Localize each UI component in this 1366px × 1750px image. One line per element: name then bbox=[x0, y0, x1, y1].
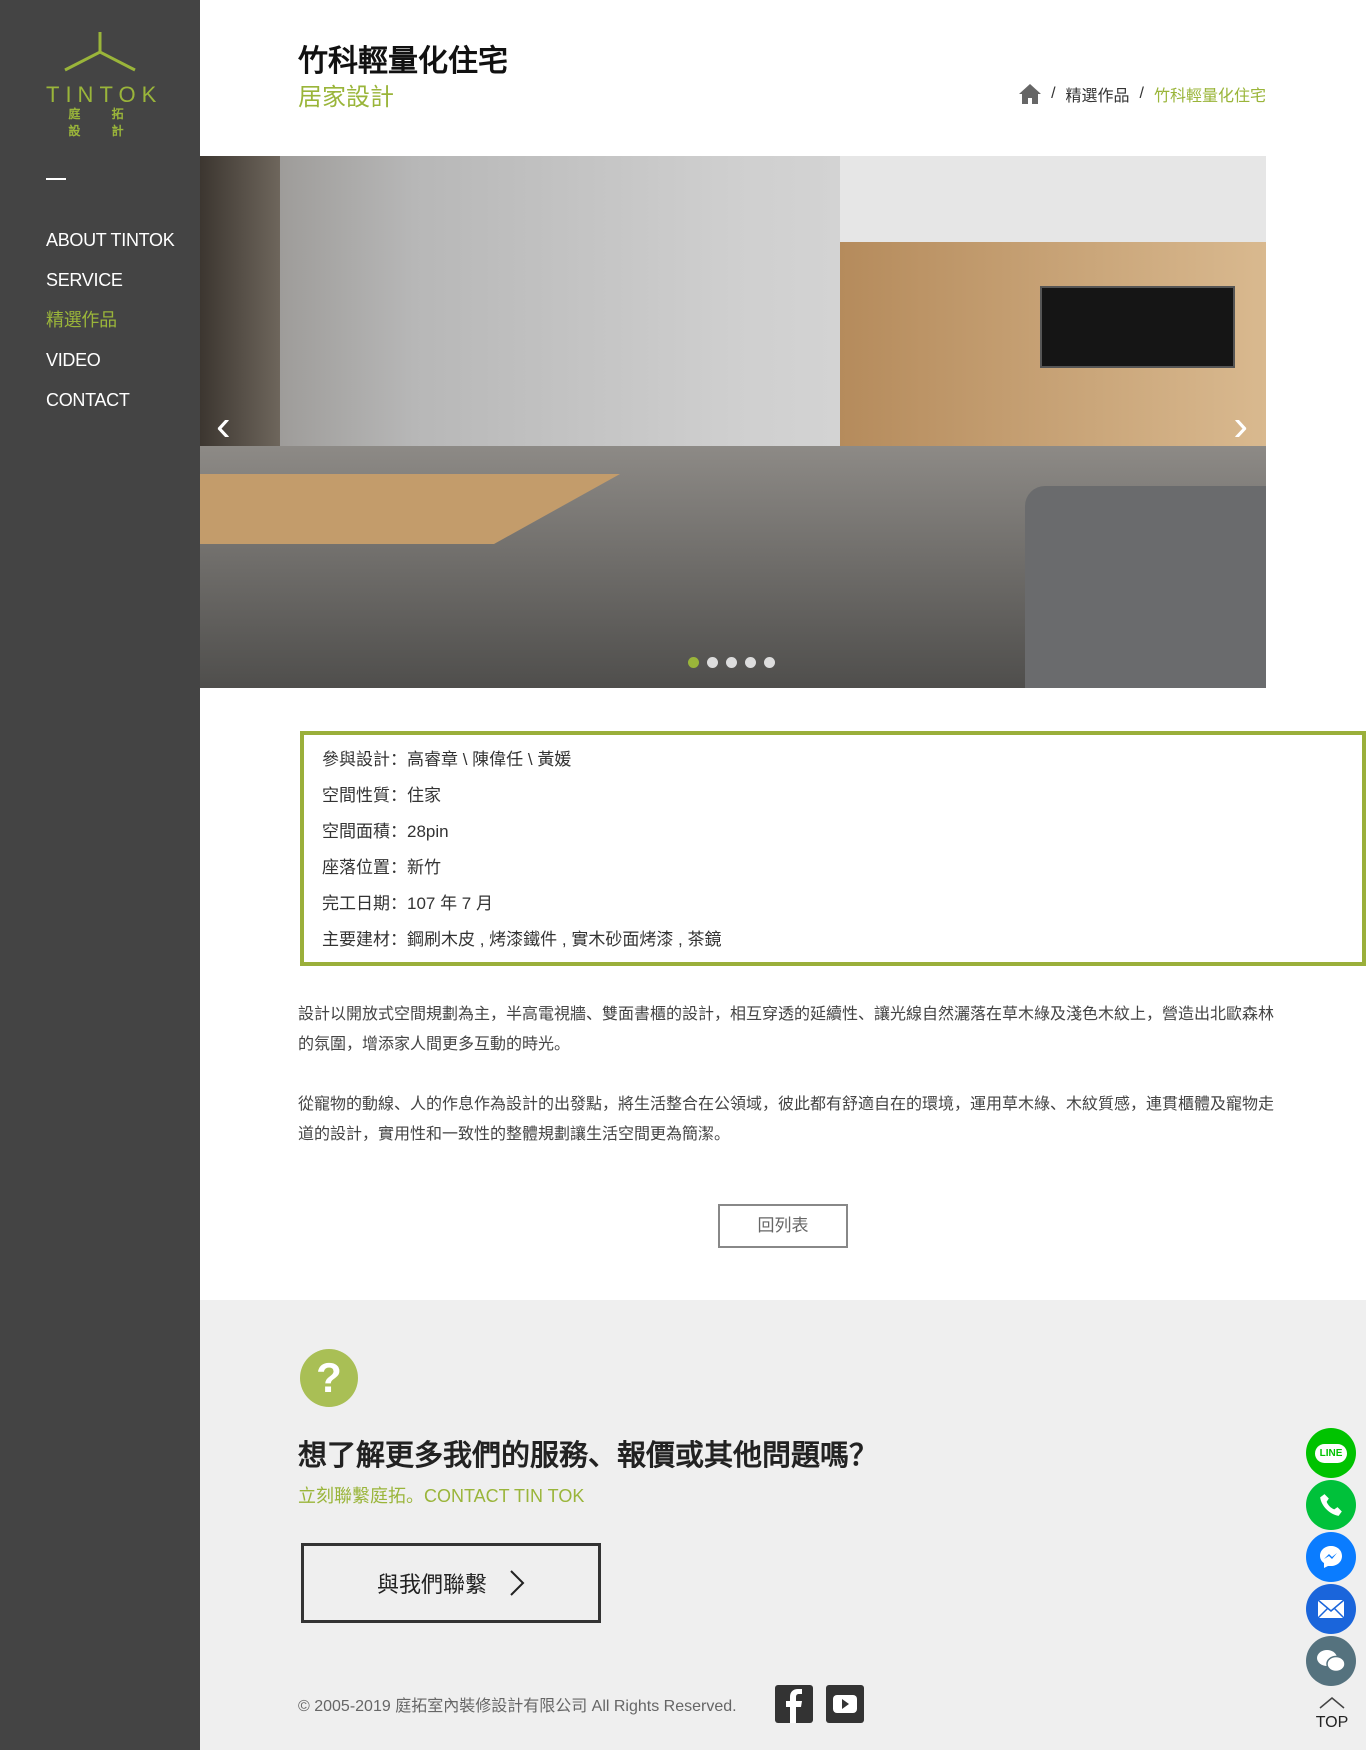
main-nav: ABOUT TINTOK SERVICE 精選作品 VIDEO CONTACT bbox=[46, 228, 175, 428]
info-area: 空間面積：28pin bbox=[322, 822, 449, 841]
top-label: TOP bbox=[1315, 1714, 1349, 1731]
slider-dots bbox=[688, 657, 775, 668]
info-location: 座落位置：新竹 bbox=[322, 858, 441, 877]
prev-slide-arrow[interactable]: ‹ bbox=[216, 401, 231, 451]
breadcrumb-separator: / bbox=[1051, 85, 1056, 102]
next-slide-arrow[interactable]: › bbox=[1233, 401, 1248, 451]
question-icon: ? bbox=[300, 1349, 358, 1407]
cta-heading: 想了解更多我們的服務、報價或其他問題嗎？ bbox=[298, 1440, 879, 1472]
slider-dot[interactable] bbox=[707, 657, 718, 668]
cta-subtext: 立刻聯繫庭拓。CONTACT TIN TOK bbox=[298, 1486, 585, 1506]
info-completion: 完工日期：107 年 7 月 bbox=[322, 894, 493, 913]
chevron-right-icon bbox=[510, 1570, 525, 1596]
phone-icon[interactable] bbox=[1306, 1480, 1356, 1530]
logo[interactable]: TINTOK 庭 拓 設 計 bbox=[44, 32, 156, 138]
copyright: © 2005-2019 庭拓室內裝修設計有限公司 All Rights Rese… bbox=[298, 1698, 737, 1715]
facebook-icon[interactable] bbox=[775, 1685, 813, 1723]
back-to-top-button[interactable]: TOP bbox=[1312, 1696, 1352, 1732]
info-space-type: 空間性質：住家 bbox=[322, 786, 441, 805]
nav-about[interactable]: ABOUT TINTOK bbox=[46, 228, 175, 268]
info-materials: 主要建材：鋼刷木皮 , 烤漆鐵件 , 實木砂面烤漆 , 茶鏡 bbox=[322, 930, 722, 949]
slider-dot[interactable] bbox=[764, 657, 775, 668]
wechat-icon[interactable] bbox=[1306, 1636, 1356, 1686]
nav-portfolio[interactable]: 精選作品 bbox=[46, 308, 174, 348]
breadcrumb-portfolio[interactable]: 精選作品 bbox=[1066, 82, 1130, 106]
messenger-icon[interactable] bbox=[1306, 1532, 1356, 1582]
description-paragraph: 設計以開放式空間規劃為主，半高電視牆、雙面書櫃的設計，相互穿透的延續性、讓光線自… bbox=[298, 1006, 1275, 1053]
sidebar: TINTOK 庭 拓 設 計 ABOUT TINTOK SERVICE 精選作品… bbox=[0, 0, 200, 1750]
project-info-box: 參與設計：高睿章 \ 陳偉任 \ 黃媛 空間性質：住家 空間面積：28pin 座… bbox=[300, 731, 1366, 966]
breadcrumb-current: 竹科輕量化住宅 bbox=[1153, 88, 1266, 105]
page-subtitle: 居家設計 bbox=[298, 84, 394, 111]
nav-service[interactable]: SERVICE bbox=[46, 268, 174, 308]
logo-chinese: 庭 拓 設 計 bbox=[68, 107, 138, 138]
chevron-up-icon bbox=[1319, 1697, 1345, 1709]
contact-us-button[interactable]: 與我們聯繫 bbox=[301, 1543, 601, 1623]
nav-video[interactable]: VIDEO bbox=[46, 348, 174, 388]
logo-roof-icon bbox=[64, 32, 136, 72]
home-icon[interactable] bbox=[1019, 84, 1042, 104]
info-designers: 參與設計：高睿章 \ 陳偉任 \ 黃媛 bbox=[322, 750, 572, 769]
line-icon[interactable]: LINE bbox=[1306, 1428, 1356, 1478]
back-to-list-button[interactable]: 回列表 bbox=[718, 1204, 848, 1248]
breadcrumb-separator: / bbox=[1139, 85, 1144, 102]
breadcrumb: / 精選作品 / 竹科輕量化住宅 bbox=[1019, 82, 1266, 106]
description-paragraph: 從寵物的動線、人的作息作為設計的出發點，將生活整合在公領域，彼此都有舒適自在的環… bbox=[298, 1096, 1275, 1143]
nav-contact[interactable]: CONTACT bbox=[46, 388, 174, 428]
youtube-icon[interactable] bbox=[826, 1685, 864, 1723]
contact-us-label: 與我們聯繫 bbox=[376, 1572, 487, 1597]
contact-section bbox=[200, 1300, 1366, 1750]
project-photo-slider[interactable]: ‹ › bbox=[200, 156, 1266, 688]
slider-dot[interactable] bbox=[688, 657, 699, 668]
slider-dot[interactable] bbox=[745, 657, 756, 668]
slider-dot[interactable] bbox=[726, 657, 737, 668]
menu-dash bbox=[46, 178, 66, 180]
mail-icon[interactable] bbox=[1306, 1584, 1356, 1634]
page-title: 竹科輕量化住宅 bbox=[298, 45, 508, 78]
